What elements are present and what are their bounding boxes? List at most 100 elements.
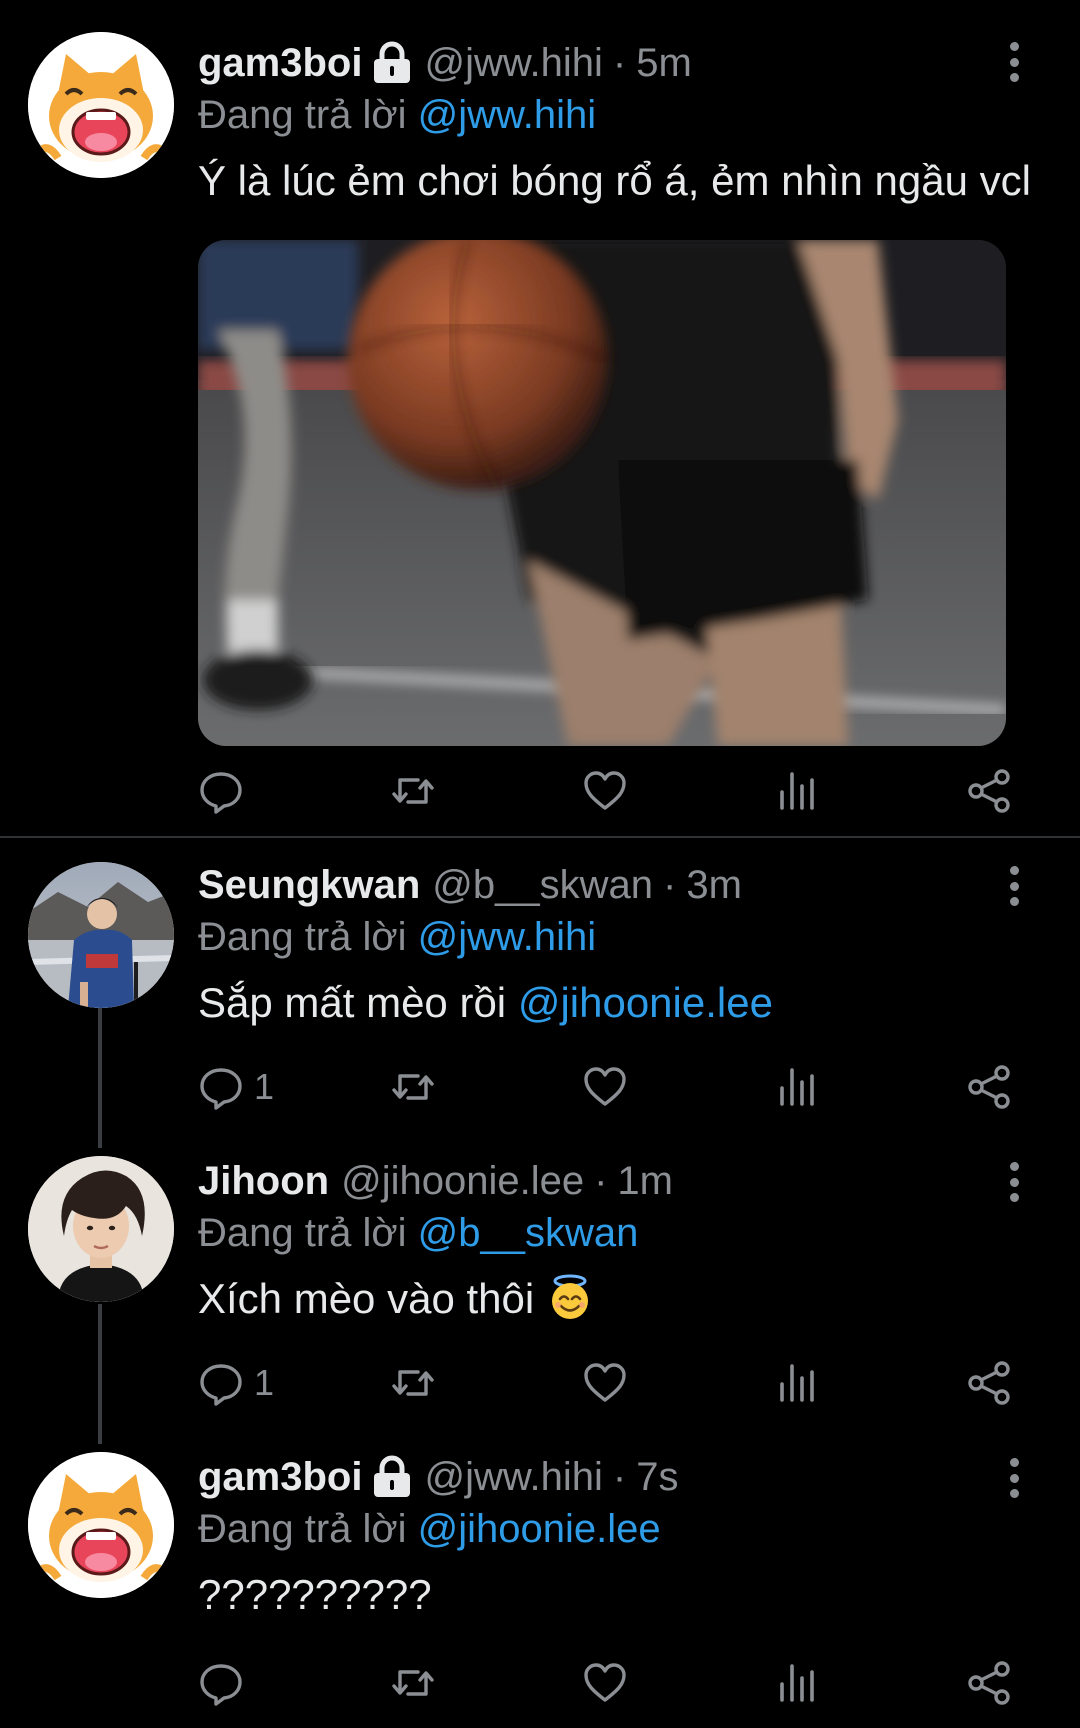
tweet-header: gam3boi @jww.hihi · 5m (198, 38, 692, 88)
views-button[interactable] (774, 1062, 820, 1112)
avatar-seungkwan[interactable] (28, 862, 174, 1008)
tweet-actions: 1 (198, 1062, 1018, 1112)
views-button[interactable] (774, 766, 820, 816)
tweet-header: gam3boi @jww.hihi · 7s (198, 1452, 679, 1502)
reply-icon (200, 1664, 242, 1706)
tweet-actions (198, 1658, 1018, 1708)
timestamp[interactable]: 3m (686, 860, 742, 910)
display-name[interactable]: Jihoon (198, 1156, 329, 1206)
lock-icon (374, 41, 411, 83)
separator: · (594, 1159, 608, 1203)
reply-icon (200, 772, 242, 814)
replying-prefix: Đang trả lời (198, 93, 407, 137)
more-icon[interactable] (1004, 866, 1024, 906)
timestamp[interactable]: 5m (636, 38, 692, 88)
handle[interactable]: @jihoonie.lee (341, 1156, 584, 1206)
display-name[interactable]: gam3boi (198, 1452, 362, 1502)
handle[interactable]: @b__skwan (432, 860, 653, 910)
reply-count: 1 (254, 1362, 275, 1403)
tweet-text: Xích mèo vào thôi (198, 1275, 546, 1322)
reply-button[interactable] (198, 1658, 254, 1708)
tweet-header: Seungkwan @b__skwan · 3m (198, 860, 742, 910)
reply-icon (200, 1068, 242, 1110)
timestamp[interactable]: 7s (636, 1452, 678, 1502)
replying-to: Đang trả lời @jww.hihi (198, 90, 596, 140)
share-button[interactable] (966, 766, 1012, 816)
reply-icon (200, 1364, 242, 1406)
separator: · (612, 41, 627, 85)
retweet-button[interactable] (390, 1062, 436, 1112)
replying-mention[interactable]: @b__skwan (418, 1211, 639, 1255)
more-icon[interactable] (1004, 1458, 1024, 1498)
tweet-text: Sắp mất mèo rồi (198, 979, 518, 1026)
views-button[interactable] (774, 1658, 820, 1708)
timestamp[interactable]: 1m (617, 1156, 673, 1206)
retweet-button[interactable] (390, 1658, 436, 1708)
share-button[interactable] (966, 1062, 1012, 1112)
retweet-icon (392, 1074, 434, 1100)
handle[interactable]: @jww.hihi (424, 1452, 602, 1502)
tweet-4[interactable]: gam3boi @jww.hihi · 7s Đang trả lời @jih… (0, 1430, 1080, 1728)
views-icon (780, 1068, 814, 1106)
replying-prefix: Đang trả lời (198, 915, 407, 959)
avatar-jihoon[interactable] (28, 1156, 174, 1302)
retweet-button[interactable] (390, 1358, 436, 1408)
tweet-text-container: Xích mèo vào thôi (198, 1272, 594, 1326)
share-icon (968, 1661, 1010, 1705)
views-icon (780, 1364, 814, 1402)
replying-to: Đang trả lời @jihoonie.lee (198, 1504, 661, 1554)
replying-to: Đang trả lời @jww.hihi (198, 912, 596, 962)
heart-icon (584, 771, 626, 810)
tweet-header: Jihoon @jihoonie.lee · 1m (198, 1156, 673, 1206)
heart-icon (584, 1663, 626, 1702)
tweet-text: Ý là lúc ẻm chơi bóng rổ á, ẻm nhìn ngầu… (198, 157, 1031, 204)
tweet-text-container: Sắp mất mèo rồi @jihoonie.lee (198, 976, 773, 1030)
share-button[interactable] (966, 1358, 1012, 1408)
reply-button[interactable]: 1 (198, 1062, 274, 1112)
reply-button[interactable] (198, 766, 254, 816)
share-button[interactable] (966, 1658, 1012, 1708)
tweet-1[interactable]: gam3boi @jww.hihi · 5m Đang trả lời @jww… (0, 0, 1080, 836)
tweet-2[interactable]: Seungkwan @b__skwan · 3m Đang trả lời @j… (0, 838, 1080, 1134)
like-button[interactable] (582, 1062, 628, 1112)
retweet-icon (392, 1370, 434, 1396)
avatar-cat[interactable] (28, 1452, 174, 1598)
separator: · (663, 863, 677, 907)
like-button[interactable] (582, 1658, 628, 1708)
views-icon (780, 772, 814, 810)
replying-to: Đang trả lời @b__skwan (198, 1208, 638, 1258)
lock-icon (374, 1455, 411, 1497)
retweet-button[interactable] (390, 766, 436, 816)
reply-count: 1 (254, 1066, 275, 1107)
more-icon[interactable] (1004, 1162, 1024, 1202)
views-button[interactable] (774, 1358, 820, 1408)
handle[interactable]: @jww.hihi (424, 38, 602, 88)
share-icon (968, 1065, 1010, 1109)
replying-mention[interactable]: @jww.hihi (418, 915, 596, 959)
display-name[interactable]: Seungkwan (198, 860, 420, 910)
replying-mention[interactable]: @jihoonie.lee (418, 1507, 661, 1551)
tweet-actions: 1 (198, 1358, 1018, 1408)
views-icon (780, 1664, 814, 1702)
display-name[interactable]: gam3boi (198, 38, 362, 88)
like-button[interactable] (582, 1358, 628, 1408)
share-icon (968, 1361, 1010, 1405)
tweet-media-image[interactable] (198, 240, 1006, 746)
more-icon[interactable] (1004, 42, 1024, 82)
like-button[interactable] (582, 766, 628, 816)
tweet-3[interactable]: Jihoon @jihoonie.lee · 1m Đang trả lời @… (0, 1134, 1080, 1430)
replying-mention[interactable]: @jww.hihi (418, 93, 596, 137)
retweet-icon (392, 778, 434, 804)
replying-prefix: Đang trả lời (198, 1211, 407, 1255)
tweet-text: ?????????? (198, 1571, 432, 1618)
separator: · (612, 1455, 627, 1499)
heart-icon (584, 1363, 626, 1402)
smiling-face-with-halo-icon (551, 1274, 588, 1319)
avatar-cat[interactable] (28, 32, 174, 178)
text-mention[interactable]: @jihoonie.lee (518, 979, 773, 1026)
retweet-icon (392, 1670, 434, 1696)
heart-icon (584, 1067, 626, 1106)
reply-button[interactable]: 1 (198, 1358, 274, 1408)
tweet-actions (198, 766, 1018, 816)
share-icon (968, 769, 1010, 813)
